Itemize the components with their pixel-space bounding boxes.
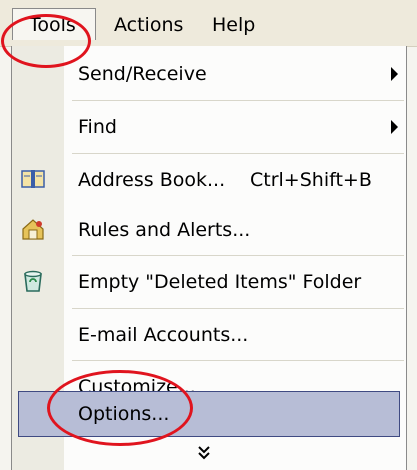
menu-item-label: Options... xyxy=(78,403,170,425)
menu-separator xyxy=(72,255,404,256)
menu-item-options[interactable]: Options... xyxy=(18,391,400,437)
menu-item-email-accounts[interactable]: E-mail Accounts... xyxy=(12,311,406,359)
tools-dropdown-menu: Send/Receive Find Address Book... Ctrl+S… xyxy=(11,46,407,470)
menu-item-rules-alerts[interactable]: Rules and Alerts... xyxy=(12,206,406,254)
menu-item-address-book[interactable]: Address Book... Ctrl+Shift+B xyxy=(12,156,406,204)
menu-tools[interactable]: Tools xyxy=(12,8,96,40)
menu-separator xyxy=(72,308,404,309)
menu-tools-label: Tools xyxy=(29,14,76,36)
menu-help[interactable]: Help xyxy=(212,13,255,37)
deleted-items-icon xyxy=(20,268,46,294)
menu-separator xyxy=(72,100,404,101)
menu-separator xyxy=(72,360,404,361)
menu-item-label: Empty "Deleted Items" Folder xyxy=(78,271,362,293)
menu-help-label: Help xyxy=(212,14,256,36)
menu-expand-button[interactable] xyxy=(12,438,406,470)
menu-item-empty-deleted[interactable]: Empty "Deleted Items" Folder xyxy=(12,258,406,306)
menu-item-label: Address Book... xyxy=(78,169,226,191)
submenu-arrow-icon xyxy=(391,67,398,81)
menu-item-shortcut: Ctrl+Shift+B xyxy=(250,169,372,191)
menu-item-label: E-mail Accounts... xyxy=(78,324,249,346)
menu-item-label: Rules and Alerts... xyxy=(78,219,251,241)
menu-item-find[interactable]: Find xyxy=(12,103,406,151)
submenu-arrow-icon xyxy=(391,120,398,134)
chevron-double-down-icon xyxy=(198,446,210,460)
menu-item-label: Send/Receive xyxy=(78,63,207,85)
address-book-icon xyxy=(20,166,46,192)
menu-item-send-receive[interactable]: Send/Receive xyxy=(12,50,406,98)
rules-alerts-icon xyxy=(20,216,46,242)
menu-separator xyxy=(72,153,404,154)
menu-item-label: Find xyxy=(78,116,117,138)
menu-actions-label: Actions xyxy=(114,14,184,36)
menu-bar: Tools Actions Help xyxy=(0,0,417,47)
menu-actions[interactable]: Actions xyxy=(114,13,183,37)
